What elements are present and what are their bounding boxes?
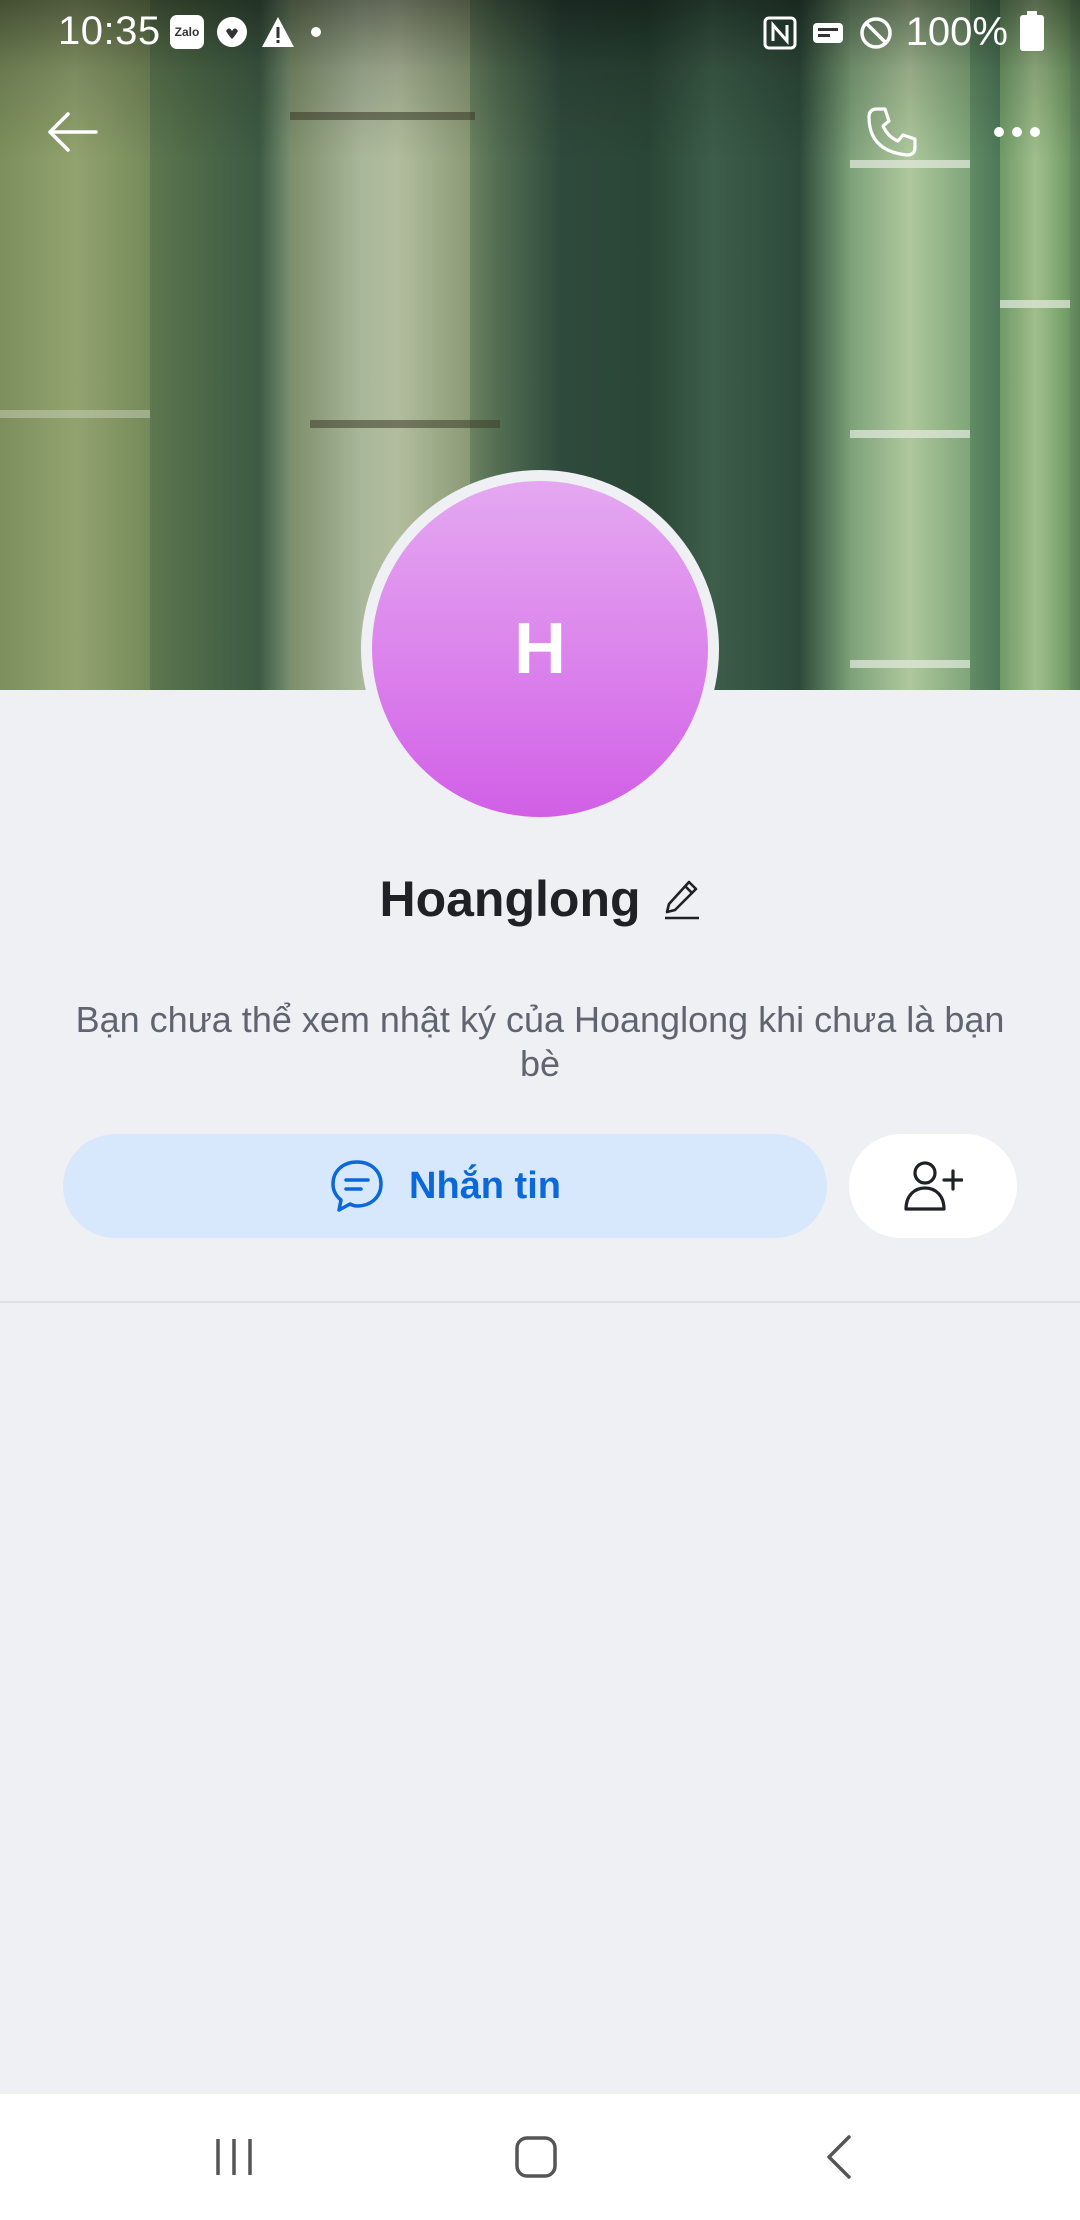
avatar-letter: H [514,609,566,689]
pencil-icon[interactable] [663,878,701,920]
add-friend-button[interactable] [849,1134,1017,1238]
arrow-left-icon [48,112,98,152]
avatar[interactable]: H [372,481,708,817]
sync-heart-icon [217,17,247,47]
status-bar: 10:35 Zalo 100% [0,0,1080,62]
phone-icon [867,107,917,157]
message-button-label: Nhắn tin [409,1164,561,1207]
message-button[interactable]: Nhắn tin [63,1134,827,1238]
wallet-icon [812,22,843,43]
profile-name: Hoanglong [379,871,641,927]
battery-icon [1020,10,1044,51]
recents-icon [216,2139,252,2175]
dot-icon [311,27,321,37]
warning-icon [262,17,294,47]
zalo-notification-icon: Zalo [170,15,204,49]
section-divider [0,1301,1080,1303]
add-user-icon [904,1161,963,1211]
home-icon [515,2136,557,2178]
recents-button[interactable] [194,2122,274,2192]
back-button[interactable] [36,96,108,168]
home-button[interactable] [496,2122,576,2192]
profile-name-row: Hoanglong [0,870,1080,928]
more-options-button[interactable] [981,96,1053,168]
call-button[interactable] [856,96,928,168]
chat-bubble-icon [331,1160,383,1212]
nfc-icon [763,16,797,49]
nav-back-button[interactable] [798,2122,878,2192]
system-navigation-bar [0,2094,1080,2220]
diary-notice: Bạn chưa thể xem nhật ký của Hoanglong k… [75,999,1005,1084]
back-chevron-icon [827,2135,851,2179]
more-horizontal-icon [994,127,1040,137]
status-time: 10:35 [58,9,161,53]
battery-percent: 100% [905,10,1008,54]
do-not-disturb-icon [859,16,892,49]
